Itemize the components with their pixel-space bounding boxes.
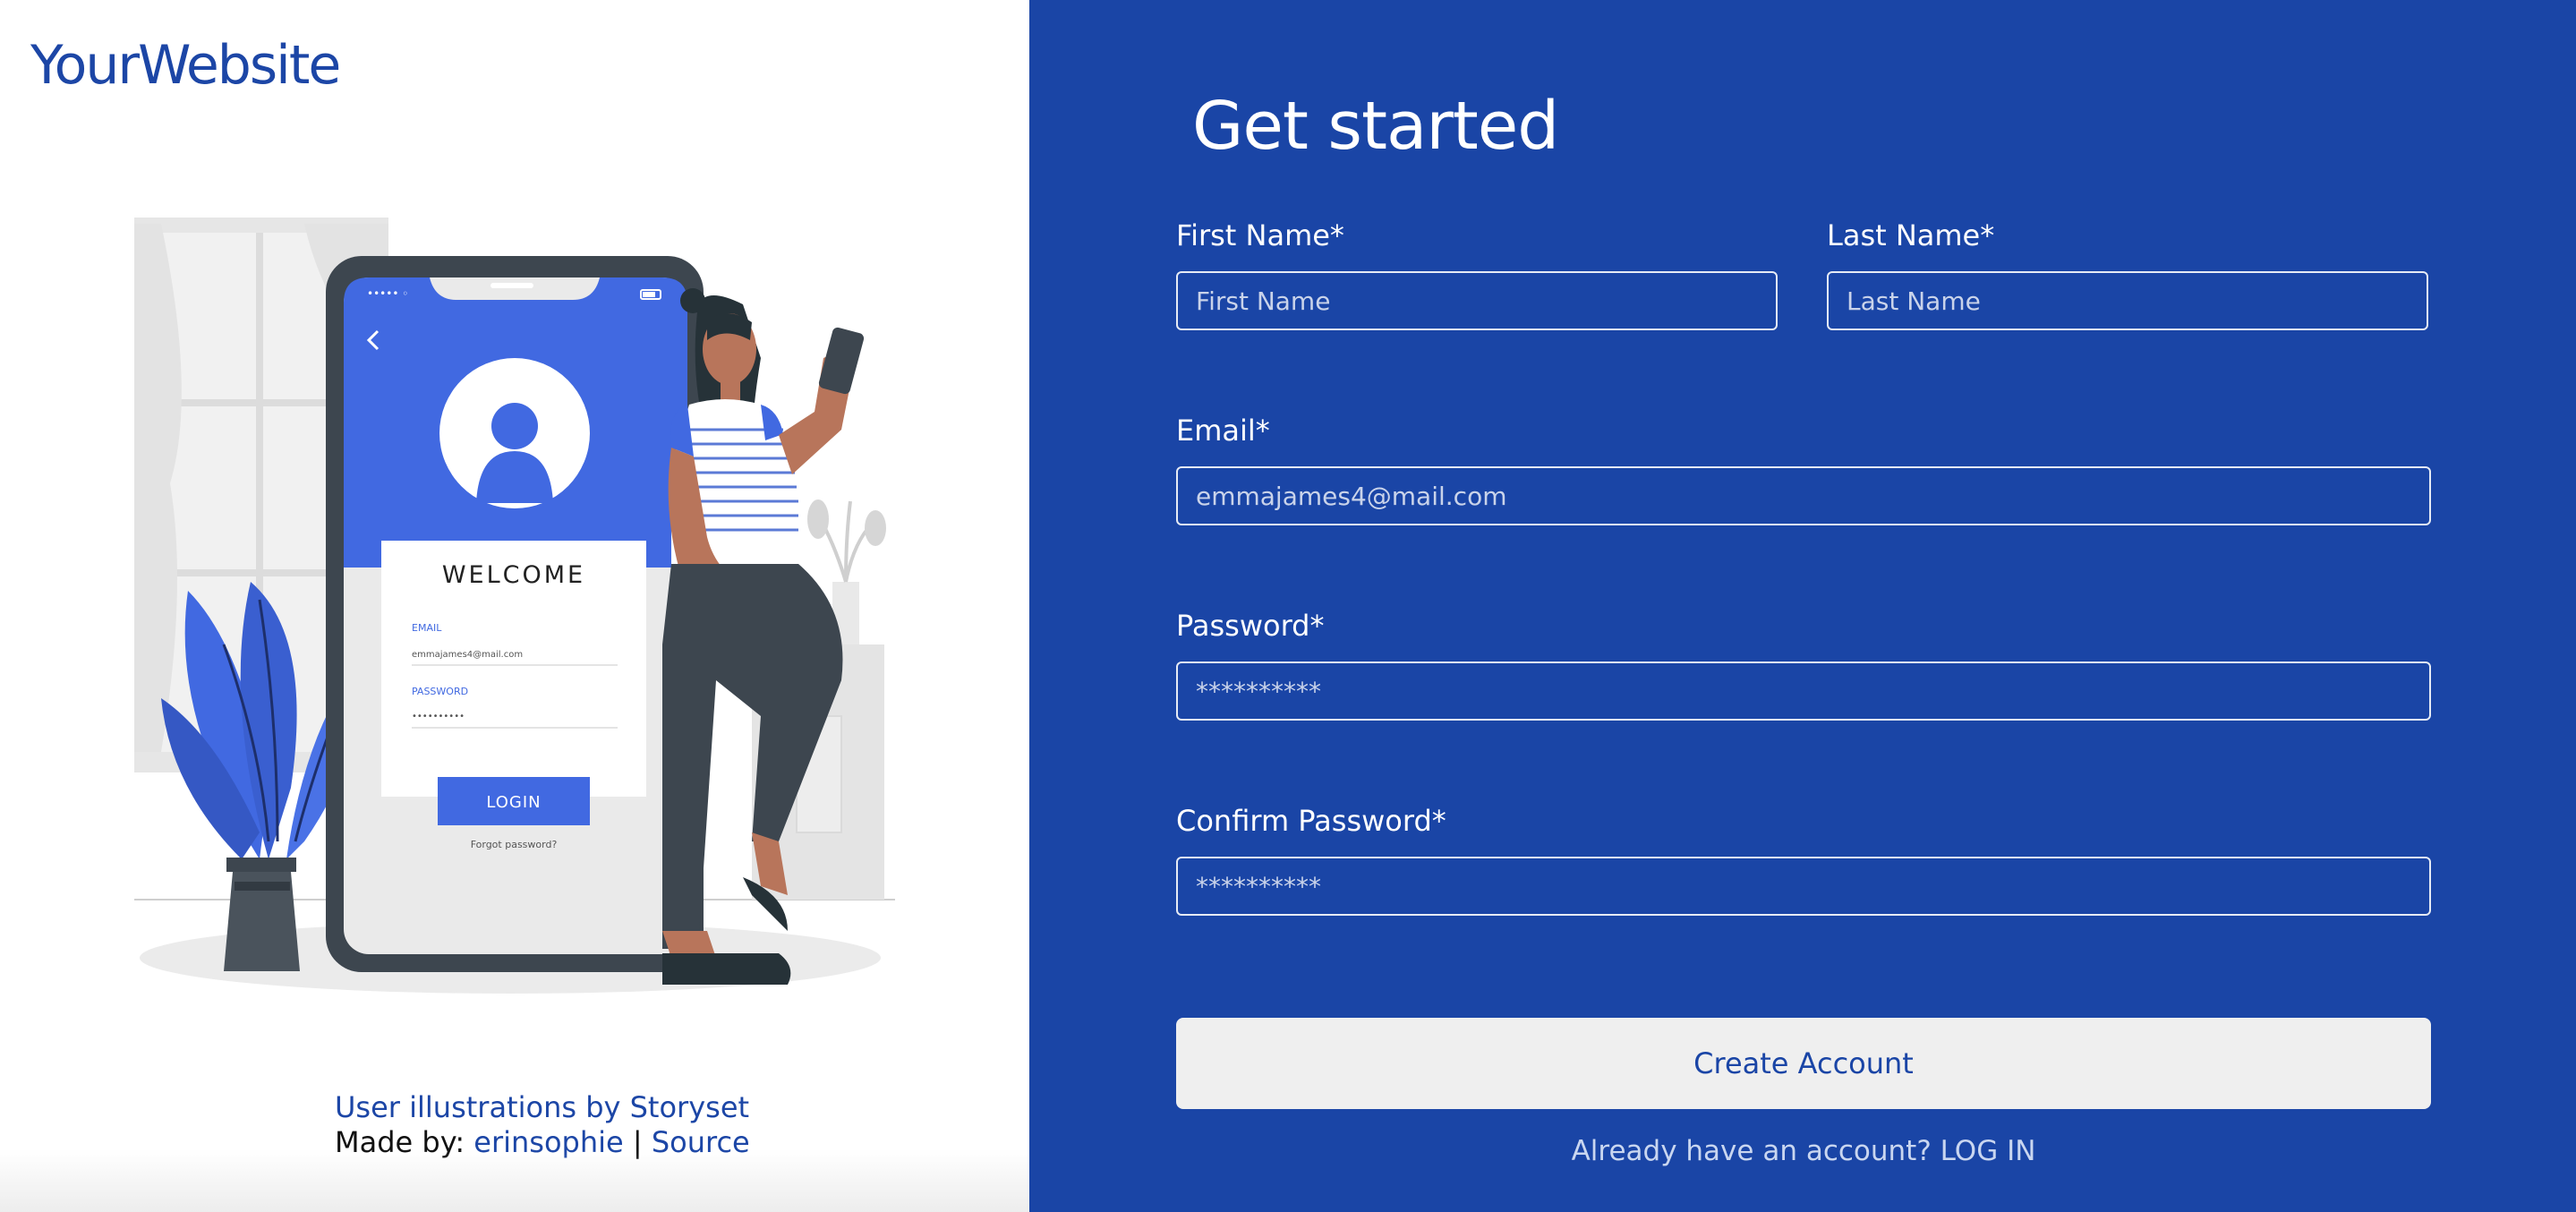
illustration-forgot: Forgot password? xyxy=(471,839,558,850)
confirm-password-input[interactable] xyxy=(1176,857,2431,916)
first-name-label: First Name* xyxy=(1176,218,1344,252)
confirm-password-label: Confirm Password* xyxy=(1176,804,1446,838)
last-name-input[interactable] xyxy=(1827,271,2428,330)
login-prompt: Already have an account? LOG IN xyxy=(1176,1135,2431,1167)
storyset-credit-link[interactable]: User illustrations by Storyset xyxy=(335,1090,749,1124)
illustration-email-label: EMAIL xyxy=(412,622,442,634)
illustration-email-value: emmajames4@mail.com xyxy=(412,650,523,660)
first-name-input[interactable] xyxy=(1176,271,1778,330)
create-account-button[interactable]: Create Account xyxy=(1176,1018,2431,1109)
signup-form-panel: Get started First Name* Last Name* Email… xyxy=(1029,0,2576,1212)
illustration-login-button: LOGIN xyxy=(486,793,541,812)
last-name-label: Last Name* xyxy=(1827,218,1995,252)
login-link[interactable]: LOG IN xyxy=(1941,1135,2036,1167)
illustration-welcome: WELCOME xyxy=(442,561,585,589)
password-input[interactable] xyxy=(1176,661,2431,721)
illustration-panel: YourWebsite ••••• ◦ WELCOME EMAIL emmaja… xyxy=(0,0,1029,1212)
password-label: Password* xyxy=(1176,609,1325,643)
footer-shadow xyxy=(0,1149,1029,1212)
form-title: Get started xyxy=(1192,88,1559,165)
brand-logo[interactable]: YourWebsite xyxy=(30,34,341,97)
login-prompt-text: Already have an account? xyxy=(1571,1135,1941,1167)
illustration-password-label: PASSWORD xyxy=(412,686,468,697)
illustration-password-value: •••••••••• xyxy=(412,712,465,721)
svg-text:••••• ◦: ••••• ◦ xyxy=(367,287,408,300)
email-input[interactable] xyxy=(1176,466,2431,525)
email-label: Email* xyxy=(1176,414,1270,448)
page: YourWebsite ••••• ◦ WELCOME EMAIL emmaja… xyxy=(0,0,2576,1212)
signup-illustration: ••••• ◦ WELCOME EMAIL emmajames4@mail.co… xyxy=(134,218,895,994)
